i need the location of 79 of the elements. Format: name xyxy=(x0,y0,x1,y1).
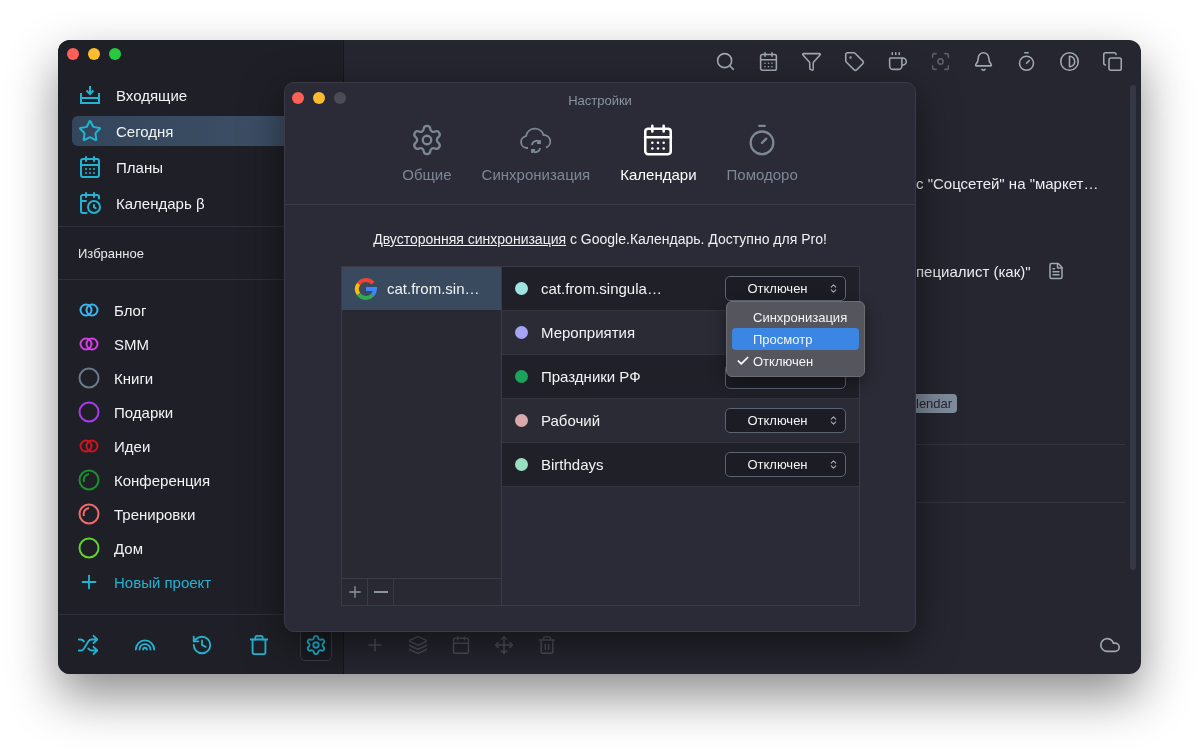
copy-icon xyxy=(1101,50,1123,72)
settings-tab[interactable]: Календари xyxy=(620,113,697,204)
search-icon xyxy=(714,50,736,72)
project-label: Тренировки xyxy=(114,505,196,523)
minimize-button[interactable] xyxy=(313,92,325,104)
project-label: Блог xyxy=(114,301,147,319)
filter-icon xyxy=(800,50,822,72)
nav-label: Планы xyxy=(116,158,163,176)
account-item[interactable]: cat.from.sin… xyxy=(342,267,501,310)
project-item[interactable]: Подарки xyxy=(78,395,343,429)
chevrons-icon xyxy=(828,283,839,294)
calendar-icon xyxy=(757,50,779,72)
task-title[interactable]: с "Соцсетей" на "маркет… xyxy=(916,174,1099,192)
new-project-label: Новый проект xyxy=(114,573,212,591)
mode-select[interactable]: Отключен xyxy=(725,408,846,433)
calendar-name: Мероприятия xyxy=(541,324,636,341)
menu-option[interactable]: Синхронизация xyxy=(732,306,859,328)
zoom-button[interactable] xyxy=(109,48,121,60)
calendar-name: Birthdays xyxy=(541,456,604,473)
google-icon xyxy=(354,276,378,301)
calendar-clock-icon xyxy=(78,191,102,215)
project-item[interactable]: Блог xyxy=(78,293,343,327)
nav-item[interactable]: Планы xyxy=(72,152,329,182)
project-item[interactable]: Дом xyxy=(78,531,343,565)
project-item[interactable]: Тренировки xyxy=(78,497,343,531)
minimize-button[interactable] xyxy=(88,48,100,60)
project-label: Подарки xyxy=(114,403,174,421)
project-label: Книги xyxy=(114,369,154,387)
settings-tab[interactable]: Помодоро xyxy=(726,113,798,204)
sync-link[interactable]: Двусторонняя синхронизация xyxy=(373,231,567,247)
new-project-link[interactable]: Новый проект xyxy=(78,565,343,599)
settings-icon xyxy=(305,633,327,656)
menu-option[interactable]: Отключен xyxy=(732,350,859,372)
minus-icon xyxy=(373,591,388,593)
project-item[interactable]: Идеи xyxy=(78,429,343,463)
mode-select[interactable]: Отключен xyxy=(725,276,846,301)
calendar-name: Рабочий xyxy=(541,412,601,429)
move-icon xyxy=(494,634,514,655)
chevrons-icon xyxy=(828,415,839,426)
history-icon xyxy=(191,633,213,656)
star-icon xyxy=(78,119,102,143)
section-heading: Избранное xyxy=(78,245,144,261)
dialog-title: Настройки xyxy=(567,93,633,108)
calendar-name: Праздники РФ xyxy=(541,368,641,385)
project-item[interactable]: Конференция xyxy=(78,463,343,497)
contrast-icon xyxy=(1058,50,1080,72)
pro-notice: Двусторонняя синхронизация с Google.Календарь. Доступно для Pro! xyxy=(372,230,828,249)
focus-icon xyxy=(929,50,951,72)
project-label: Конференция xyxy=(114,471,211,489)
mode-select[interactable]: Отключен xyxy=(725,452,846,477)
trash-icon xyxy=(537,634,557,655)
nav-item[interactable]: Календарь β xyxy=(72,188,329,218)
cup-icon xyxy=(886,50,908,72)
chevrons-icon xyxy=(828,459,839,470)
tag-icon xyxy=(843,50,865,72)
shuffle-icon xyxy=(77,633,99,656)
close-button[interactable] xyxy=(292,92,304,104)
menu-option[interactable]: Просмотр xyxy=(732,328,859,350)
project-label: Дом xyxy=(114,539,143,557)
settings-tab[interactable]: Синхронизация xyxy=(481,113,591,204)
layers-icon xyxy=(408,634,428,655)
nav-label: Входящие xyxy=(116,86,188,104)
calendar-icon xyxy=(78,155,102,179)
project-label: SMM xyxy=(114,335,149,353)
calendar-name: cat.from.singula… xyxy=(541,280,662,297)
task-title[interactable]: пециалист (как)" xyxy=(916,262,1031,280)
project-item[interactable]: Книги xyxy=(78,361,343,395)
bell-icon xyxy=(972,50,994,72)
account-name: cat.from.sin… xyxy=(387,280,480,297)
calendar-icon xyxy=(451,634,471,655)
settings-tab[interactable]: Общие xyxy=(402,113,452,204)
inbox-icon xyxy=(78,83,102,107)
trash-icon xyxy=(248,633,270,656)
nav-item[interactable]: Входящие xyxy=(72,80,329,110)
project-label: Идеи xyxy=(114,437,151,455)
nav-label: Календарь β xyxy=(116,194,205,212)
project-item[interactable]: SMM xyxy=(78,327,343,361)
nav-label: Сегодня xyxy=(116,122,174,140)
close-button[interactable] xyxy=(67,48,79,60)
